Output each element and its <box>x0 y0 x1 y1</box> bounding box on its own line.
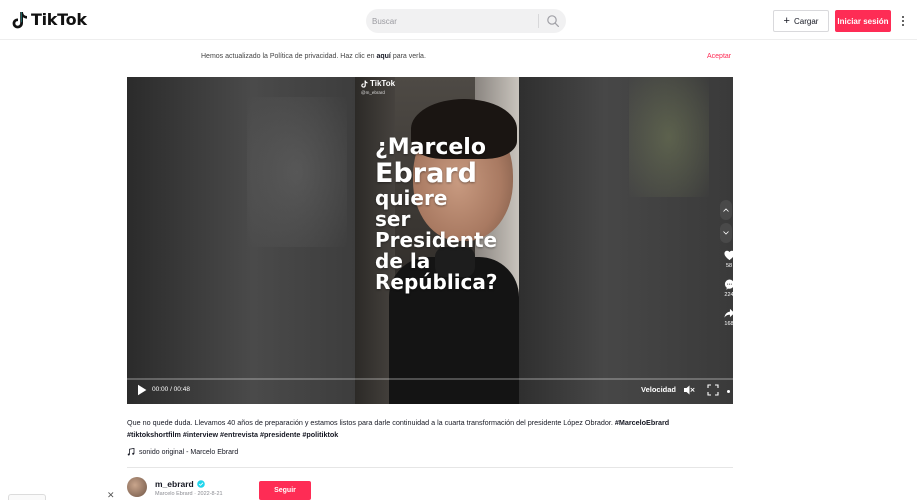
plus-icon: + <box>783 14 790 27</box>
top-header: TikTok + Cargar Iniciar sesión <box>0 0 917 40</box>
video-watermark: TikTok <box>361 79 395 88</box>
accept-button[interactable]: Aceptar <box>707 53 731 60</box>
prev-video-button[interactable] <box>720 200 732 220</box>
verified-icon <box>196 480 205 488</box>
follow-button[interactable]: Seguir <box>259 481 311 500</box>
search-input[interactable] <box>372 13 534 29</box>
video-frame: TikTok @m_ebrard ¿Marcelo Ebrard quiere … <box>355 77 519 404</box>
video-nav <box>720 200 734 244</box>
play-icon[interactable] <box>137 384 147 396</box>
search-icon[interactable] <box>546 14 560 28</box>
avatar[interactable] <box>127 477 147 497</box>
headline-line: Ebrard <box>375 158 477 189</box>
hashtag[interactable]: #MarceloEbrard <box>615 418 669 427</box>
description-text: Que no quede duda. Llevamos 40 años de p… <box>127 418 613 427</box>
music-info[interactable]: sonido original - Marcelo Ebrard <box>127 448 238 456</box>
video-blur-right <box>519 77 733 404</box>
comment-icon <box>724 279 734 290</box>
chevron-up-icon <box>723 208 729 212</box>
comment-button[interactable]: 224 <box>719 279 739 298</box>
tiktok-note-icon <box>361 80 368 88</box>
more-controls-icon[interactable] <box>727 390 730 393</box>
watermark-text: TikTok <box>370 79 396 88</box>
heart-icon <box>723 250 735 261</box>
next-video-button[interactable] <box>720 223 732 243</box>
share-icon <box>723 308 735 318</box>
headline-line: ser <box>375 207 411 231</box>
tiktok-logo[interactable]: TikTok <box>12 10 87 29</box>
search-divider <box>538 14 539 28</box>
upload-label: Cargar <box>793 16 819 26</box>
like-button[interactable]: 58 <box>719 250 739 269</box>
author-row: m_ebrard Marcelo Ebrard · 2022-8-21 Segu… <box>127 477 427 500</box>
action-bar: 58 224 168 <box>719 250 739 337</box>
author-meta: Marcelo Ebrard · 2022-8-21 <box>155 491 223 497</box>
like-count: 58 <box>725 263 733 269</box>
headline-line: República? <box>375 270 498 294</box>
username-text: m_ebrard <box>155 479 194 489</box>
headline-line: quiere <box>375 186 448 210</box>
mute-icon[interactable] <box>683 384 695 396</box>
tiktok-note-icon <box>12 11 27 28</box>
privacy-text-before: Hemos actualizado la Política de privaci… <box>201 53 377 60</box>
headline-line: de la <box>375 249 431 273</box>
divider <box>127 467 733 468</box>
logo-text: TikTok <box>31 10 87 29</box>
comment-count: 224 <box>724 292 734 298</box>
privacy-link[interactable]: aquí <box>376 53 390 60</box>
video-player[interactable]: TikTok @m_ebrard ¿Marcelo Ebrard quiere … <box>127 77 733 404</box>
headline-line: ¿Marcelo <box>375 135 486 160</box>
music-note-icon <box>127 448 135 456</box>
player-controls: 00:00 / 00:48 Velocidad <box>127 378 733 404</box>
video-description: Que no quede duda. Llevamos 40 años de p… <box>127 417 727 441</box>
corner-widget[interactable] <box>8 494 46 500</box>
upload-button[interactable]: + Cargar <box>773 10 829 32</box>
more-options-icon[interactable] <box>898 12 908 30</box>
share-button[interactable]: 168 <box>719 308 739 327</box>
watermark-username: @m_ebrard <box>361 90 385 95</box>
fullscreen-icon[interactable] <box>707 384 719 396</box>
chevron-down-icon <box>723 231 729 235</box>
privacy-text-after: para verla. <box>390 53 426 60</box>
video-headline: ¿Marcelo Ebrard quiere ser Presidente de… <box>375 135 519 294</box>
search-bar <box>366 9 566 33</box>
privacy-banner: Hemos actualizado la Política de privaci… <box>0 50 917 66</box>
time-display: 00:00 / 00:48 <box>152 386 190 393</box>
tiktok-video-page: TikTok + Cargar Iniciar sesión Hemos act… <box>0 0 917 500</box>
share-count: 168 <box>724 321 734 327</box>
headline-line: Presidente <box>375 228 498 252</box>
speed-button[interactable]: Velocidad <box>641 385 676 394</box>
hashtag-list[interactable]: #tiktokshortfilm #interview #entrevista … <box>127 430 338 439</box>
video-blur-left <box>127 77 355 404</box>
close-icon[interactable]: ✕ <box>107 490 115 500</box>
author-username[interactable]: m_ebrard <box>155 479 205 489</box>
music-label: sonido original - Marcelo Ebrard <box>139 448 239 456</box>
login-button[interactable]: Iniciar sesión <box>835 10 891 32</box>
privacy-message: Hemos actualizado la Política de privaci… <box>201 53 426 60</box>
